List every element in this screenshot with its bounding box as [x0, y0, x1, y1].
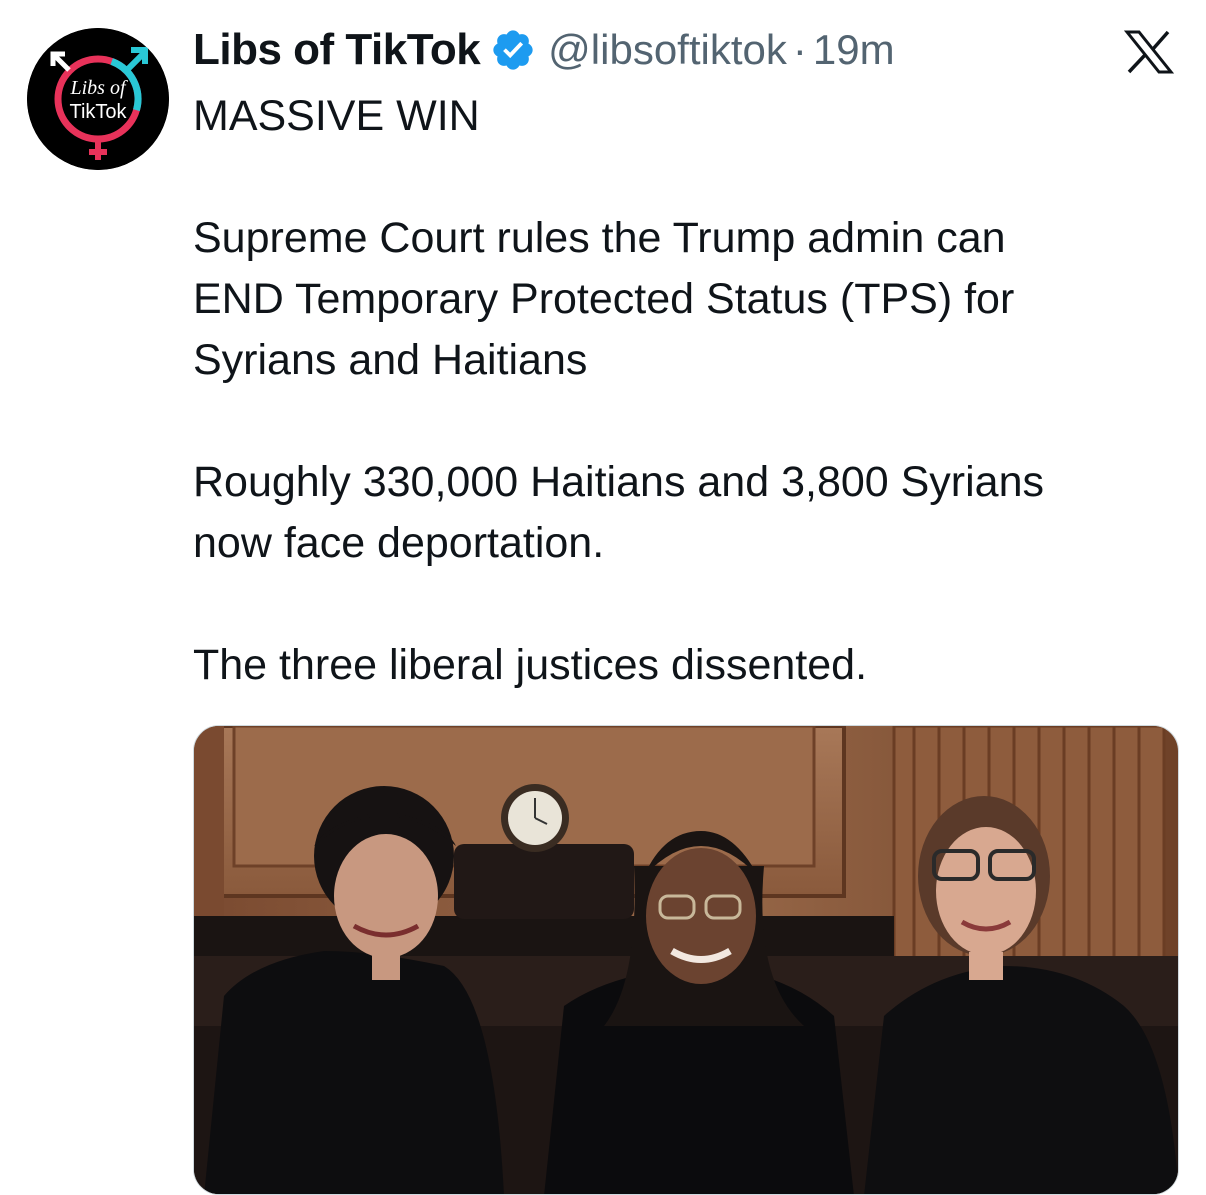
text-line: now face deportation. — [193, 519, 605, 567]
text-line: Syrians and Haitians — [193, 336, 588, 384]
author-avatar[interactable]: Libs of TikTok — [27, 28, 169, 170]
text-line: Supreme Court rules the Trump admin can — [193, 214, 1006, 262]
tweet-timestamp[interactable]: 19m — [813, 26, 895, 74]
separator-dot: · — [792, 26, 807, 73]
tweet-header: Libs of TikTok @libsoftiktok · 19m — [193, 22, 895, 78]
libs-of-tiktok-logo-icon: Libs of TikTok — [27, 28, 169, 170]
tweet-paragraph-3: The three liberal justices dissented. — [193, 641, 868, 689]
text-line: END Temporary Protected Status (TPS) for — [193, 275, 1015, 323]
tweet-headline: MASSIVE WIN — [193, 92, 480, 140]
author-display-name[interactable]: Libs of TikTok — [193, 25, 481, 75]
tweet-paragraph-2: Roughly 330,000 Haitians and 3,800 Syria… — [193, 452, 1183, 574]
x-logo-icon — [1124, 30, 1174, 74]
tweet-photo[interactable] — [193, 725, 1179, 1195]
text-line: Roughly 330,000 Haitians and 3,800 Syria… — [193, 458, 1045, 506]
verified-badge-icon[interactable] — [490, 27, 536, 73]
tweet-paragraph-1: Supreme Court rules the Trump admin can … — [193, 208, 1183, 391]
three-people-in-black-robes-photo — [194, 726, 1178, 1194]
author-handle[interactable]: @libsoftiktok — [548, 26, 787, 74]
avatar-text-2: TikTok — [69, 101, 127, 123]
tweet-text: MASSIVE WIN Supreme Court rules the Trum… — [193, 86, 1183, 696]
tweet[interactable]: Libs of TikTok Libs of TikTok @libsoftik… — [0, 0, 1206, 1195]
avatar-text-1: Libs of — [69, 77, 127, 99]
